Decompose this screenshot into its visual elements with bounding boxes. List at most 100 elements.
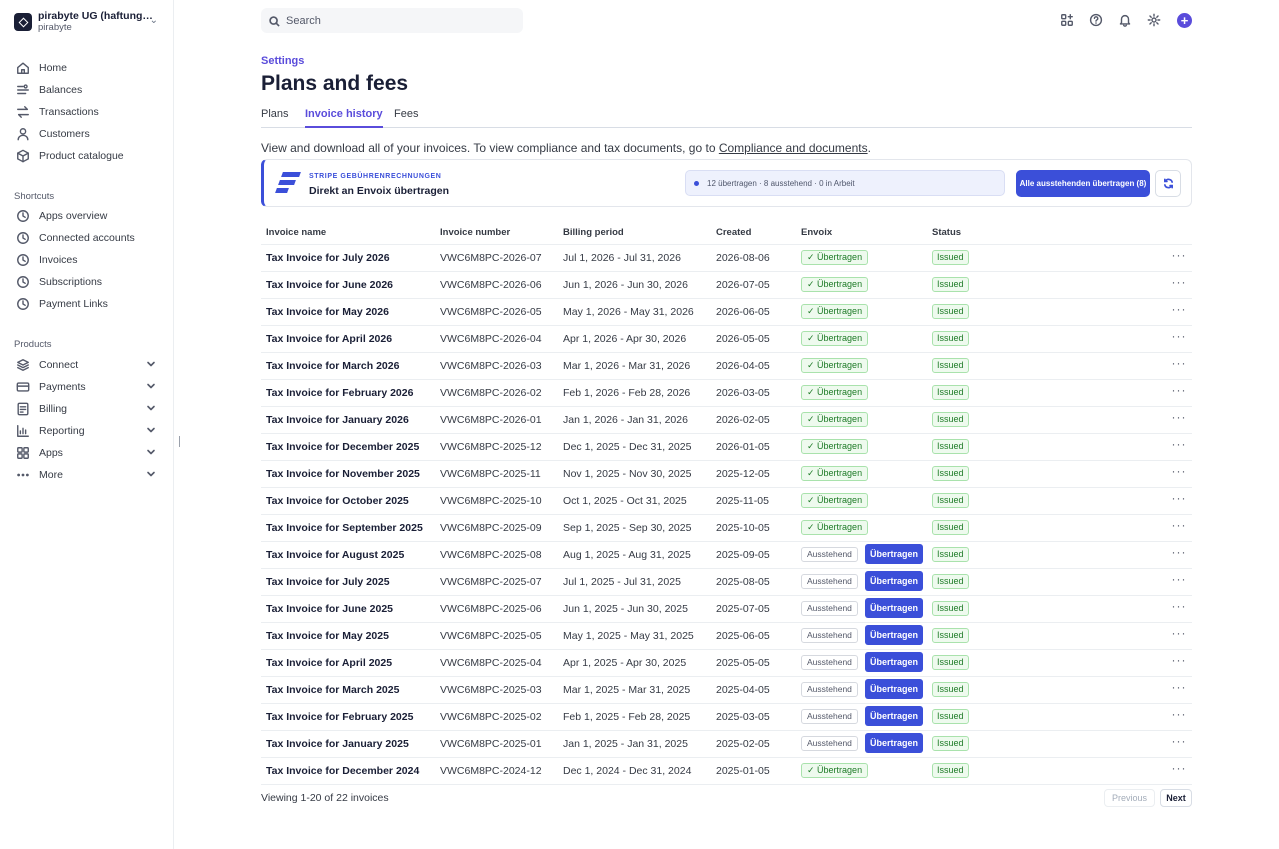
transfer-button[interactable]: Übertragen	[865, 544, 923, 564]
more-actions-icon[interactable]: ···	[1171, 681, 1187, 695]
nav-item-transactions[interactable]: Transactions	[16, 102, 162, 122]
more-actions-icon[interactable]: ···	[1171, 600, 1187, 614]
refresh-button[interactable]	[1155, 170, 1181, 197]
table-row[interactable]: Tax Invoice for May 2025 VWC6M8PC-2025-05…	[261, 623, 1192, 650]
more-actions-icon[interactable]: ···	[1171, 465, 1187, 479]
invoice-name[interactable]: Tax Invoice for January 2026	[266, 414, 409, 426]
shortcut-payment-links[interactable]: Payment Links	[16, 294, 162, 314]
breadcrumb[interactable]: Settings	[261, 55, 304, 67]
more-actions-icon[interactable]: ···	[1171, 357, 1187, 371]
invoice-name[interactable]: Tax Invoice for December 2025	[266, 441, 419, 453]
more-actions-icon[interactable]: ···	[1171, 276, 1187, 290]
product-connect[interactable]: Connect	[16, 355, 162, 375]
transfer-all-pending-button[interactable]: Alle ausstehenden übertragen (8)	[1016, 170, 1150, 197]
table-row[interactable]: Tax Invoice for May 2026 VWC6M8PC-2026-05…	[261, 299, 1192, 326]
invoice-name[interactable]: Tax Invoice for June 2025	[266, 603, 393, 615]
product-reporting[interactable]: Reporting	[16, 421, 162, 441]
tab-invoice-history[interactable]: Invoice history	[305, 108, 383, 128]
more-actions-icon[interactable]: ···	[1171, 573, 1187, 587]
transfer-button[interactable]: Übertragen	[865, 706, 923, 726]
account-switcher[interactable]: pirabyte UG (haftungs... pirabyte ⌄	[14, 9, 164, 35]
shortcut-apps-overview[interactable]: Apps overview	[16, 206, 162, 226]
invoice-name[interactable]: Tax Invoice for January 2025	[266, 738, 409, 750]
previous-page-button[interactable]: Previous	[1104, 789, 1155, 807]
more-actions-icon[interactable]: ···	[1171, 438, 1187, 452]
invoice-name[interactable]: Tax Invoice for November 2025	[266, 468, 420, 480]
table-row[interactable]: Tax Invoice for July 2025 VWC6M8PC-2025-0…	[261, 569, 1192, 596]
create-plus-icon[interactable]: +	[1177, 13, 1192, 28]
more-actions-icon[interactable]: ···	[1171, 303, 1187, 317]
search-input[interactable]	[286, 14, 506, 27]
column-header-invoice-number[interactable]: Invoice number	[440, 227, 510, 238]
column-header-invoice-name[interactable]: Invoice name	[266, 227, 326, 238]
settings-gear-icon[interactable]	[1147, 13, 1161, 27]
table-row[interactable]: Tax Invoice for February 2025 VWC6M8PC-20…	[261, 704, 1192, 731]
transfer-button[interactable]: Übertragen	[865, 598, 923, 618]
more-actions-icon[interactable]: ···	[1171, 735, 1187, 749]
invoice-name[interactable]: Tax Invoice for June 2026	[266, 279, 393, 291]
tab-fees[interactable]: Fees	[394, 108, 418, 128]
column-header-billing-period[interactable]: Billing period	[563, 227, 624, 238]
invoice-name[interactable]: Tax Invoice for July 2025	[266, 576, 390, 588]
column-header-envoix[interactable]: Envoix	[801, 227, 832, 238]
nav-item-customers[interactable]: Customers	[16, 124, 162, 144]
notifications-bell-icon[interactable]	[1118, 13, 1132, 27]
nav-item-balances[interactable]: Balances	[16, 80, 162, 100]
more-actions-icon[interactable]: ···	[1171, 384, 1187, 398]
more-actions-icon[interactable]: ···	[1171, 330, 1187, 344]
product-payments[interactable]: Payments	[16, 377, 162, 397]
more-actions-icon[interactable]: ···	[1171, 708, 1187, 722]
invoice-name[interactable]: Tax Invoice for August 2025	[266, 549, 404, 561]
table-row[interactable]: Tax Invoice for April 2025 VWC6M8PC-2025-…	[261, 650, 1192, 677]
shortcut-invoices[interactable]: Invoices	[16, 250, 162, 270]
search-bar[interactable]	[261, 8, 523, 33]
product-apps[interactable]: Apps	[16, 443, 162, 463]
table-row[interactable]: Tax Invoice for October 2025 VWC6M8PC-202…	[261, 488, 1192, 515]
table-row[interactable]: Tax Invoice for November 2025 VWC6M8PC-20…	[261, 461, 1192, 488]
shortcut-subscriptions[interactable]: Subscriptions	[16, 272, 162, 292]
table-row[interactable]: Tax Invoice for June 2026 VWC6M8PC-2026-0…	[261, 272, 1192, 299]
invoice-name[interactable]: Tax Invoice for April 2025	[266, 657, 392, 669]
product-billing[interactable]: Billing	[16, 399, 162, 419]
table-row[interactable]: Tax Invoice for March 2025 VWC6M8PC-2025-…	[261, 677, 1192, 704]
compliance-documents-link[interactable]: Compliance and documents	[719, 141, 868, 155]
table-row[interactable]: Tax Invoice for February 2026 VWC6M8PC-20…	[261, 380, 1192, 407]
table-row[interactable]: Tax Invoice for April 2026 VWC6M8PC-2026-…	[261, 326, 1192, 353]
more-actions-icon[interactable]: ···	[1171, 546, 1187, 560]
table-row[interactable]: Tax Invoice for December 2024 VWC6M8PC-20…	[261, 758, 1192, 785]
apps-grid-icon[interactable]	[1060, 13, 1074, 27]
more-actions-icon[interactable]: ···	[1171, 519, 1187, 533]
invoice-name[interactable]: Tax Invoice for April 2026	[266, 333, 392, 345]
help-icon[interactable]	[1089, 13, 1103, 27]
next-page-button[interactable]: Next	[1160, 789, 1192, 807]
more-actions-icon[interactable]: ···	[1171, 627, 1187, 641]
invoice-name[interactable]: Tax Invoice for February 2026	[266, 387, 413, 399]
invoice-name[interactable]: Tax Invoice for February 2025	[266, 711, 413, 723]
table-row[interactable]: Tax Invoice for September 2025 VWC6M8PC-2…	[261, 515, 1192, 542]
invoice-name[interactable]: Tax Invoice for March 2026	[266, 360, 399, 372]
table-row[interactable]: Tax Invoice for June 2025 VWC6M8PC-2025-0…	[261, 596, 1192, 623]
table-row[interactable]: Tax Invoice for July 2026 VWC6M8PC-2026-0…	[261, 245, 1192, 272]
table-row[interactable]: Tax Invoice for January 2026 VWC6M8PC-202…	[261, 407, 1192, 434]
invoice-name[interactable]: Tax Invoice for March 2025	[266, 684, 399, 696]
invoice-name[interactable]: Tax Invoice for May 2026	[266, 306, 389, 318]
transfer-button[interactable]: Übertragen	[865, 571, 923, 591]
shortcut-connected-accounts[interactable]: Connected accounts	[16, 228, 162, 248]
invoice-name[interactable]: Tax Invoice for May 2025	[266, 630, 389, 642]
transfer-button[interactable]: Übertragen	[865, 625, 923, 645]
invoice-name[interactable]: Tax Invoice for September 2025	[266, 522, 423, 534]
table-row[interactable]: Tax Invoice for December 2025 VWC6M8PC-20…	[261, 434, 1192, 461]
column-header-status[interactable]: Status	[932, 227, 961, 238]
transfer-button[interactable]: Übertragen	[865, 652, 923, 672]
nav-item-home[interactable]: Home	[16, 58, 162, 78]
invoice-name[interactable]: Tax Invoice for July 2026	[266, 252, 390, 264]
invoice-name[interactable]: Tax Invoice for October 2025	[266, 495, 409, 507]
more-actions-icon[interactable]: ···	[1171, 492, 1187, 506]
transfer-button[interactable]: Übertragen	[865, 679, 923, 699]
nav-item-product-catalogue[interactable]: Product catalogue	[16, 146, 162, 166]
table-row[interactable]: Tax Invoice for January 2025 VWC6M8PC-202…	[261, 731, 1192, 758]
more-actions-icon[interactable]: ···	[1171, 411, 1187, 425]
more-actions-icon[interactable]: ···	[1171, 654, 1187, 668]
table-row[interactable]: Tax Invoice for March 2026 VWC6M8PC-2026-…	[261, 353, 1192, 380]
more-actions-icon[interactable]: ···	[1171, 762, 1187, 776]
